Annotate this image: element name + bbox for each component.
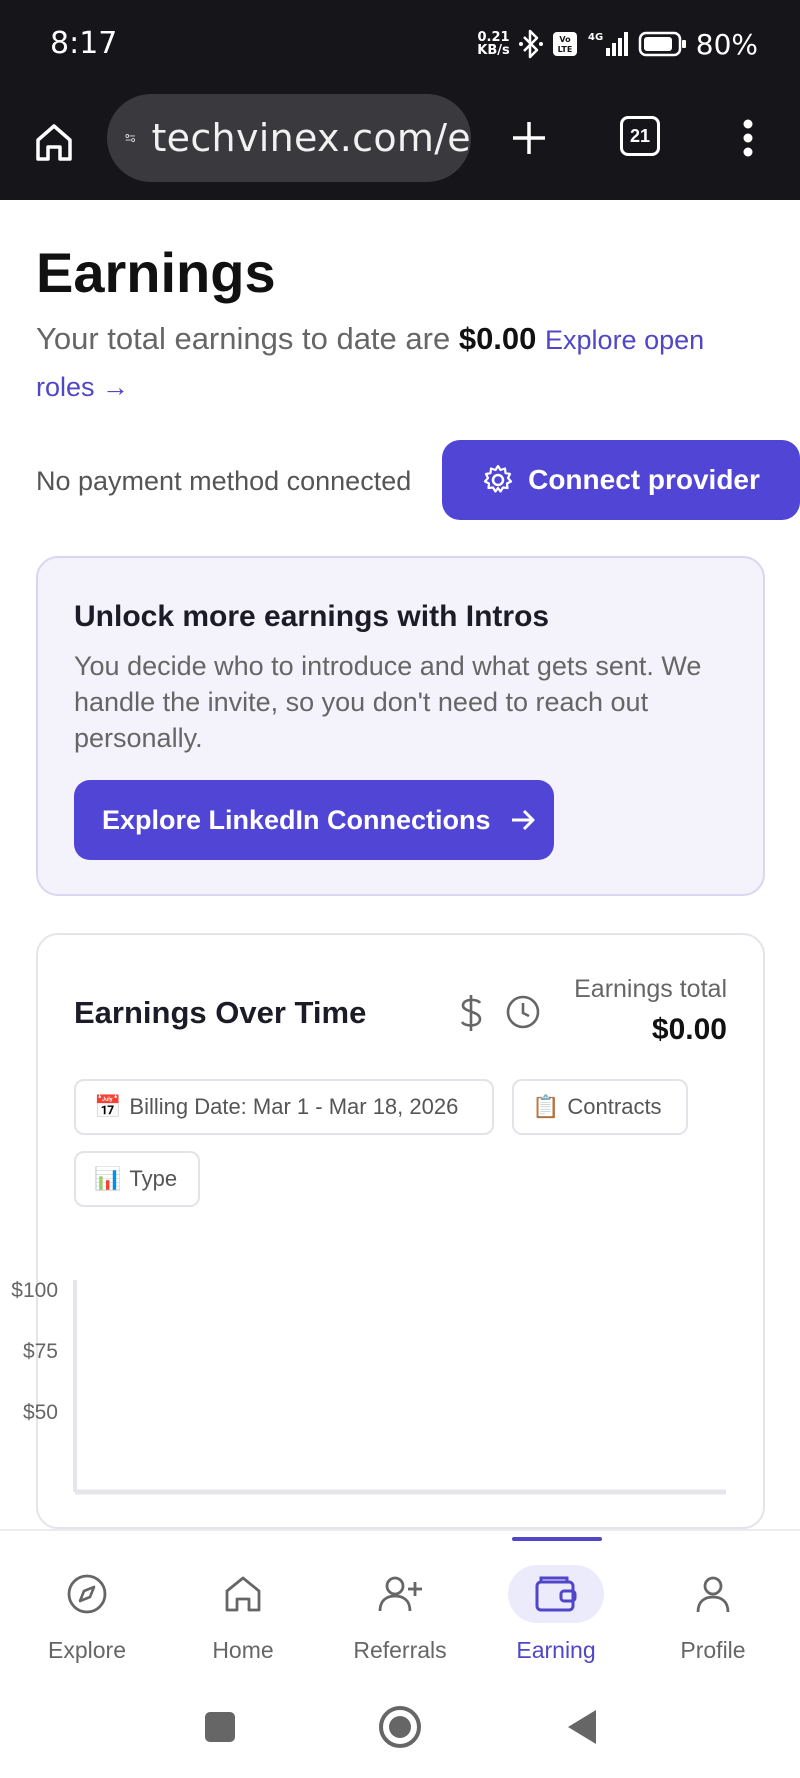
svg-text:Vo: Vo [559,35,571,44]
intros-card-title: Unlock more earnings with Intros [74,600,550,633]
billing-date-filter[interactable]: 📅 Billing Date: Mar 1 - Mar 18, 2026 [74,1079,494,1135]
tab-switcher-button[interactable]: 21 [620,116,660,156]
status-icons: 0.21 KB/s Vo LTE 4G 80% [477,26,758,62]
home-icon [36,124,72,161]
compass-icon [67,1574,107,1614]
nav-label: Referrals [353,1637,447,1663]
person-icon [696,1576,730,1613]
wallet-icon [535,1576,577,1612]
earnings-chart: $100 $75 $50 [11,1279,726,1495]
more-vert-icon [743,119,753,157]
nav-item-profile[interactable]: Profile [643,1531,783,1681]
dollar-icon[interactable] [456,993,486,1033]
browser-home-button[interactable] [30,114,78,170]
battery-percent: 80% [695,27,758,61]
circle-home-icon [379,1706,421,1748]
arrow-right-icon [511,809,535,831]
nav-label: Earning [516,1637,596,1663]
plus-icon [513,122,545,154]
nav-label: Profile [680,1637,746,1663]
earnings-total-value: $0.00 [651,1013,727,1046]
nav-item-explore[interactable]: Explore [17,1531,157,1681]
recents-button[interactable] [196,1703,244,1751]
back-button[interactable] [558,1703,606,1751]
home-system-button[interactable] [376,1703,424,1751]
y-tick-label: $50 [23,1401,58,1424]
gear-icon [483,464,513,493]
nav-item-home[interactable]: Home [173,1531,313,1681]
chart-title: Earnings Over Time [74,995,367,1030]
square-icon [205,1712,235,1742]
system-nav-bar [0,1679,800,1778]
nav-item-earning[interactable]: Earning [486,1531,626,1681]
status-time: 8:17 [50,26,118,61]
total-earnings-amount: $0.00 [458,321,537,356]
intros-card: Unlock more earnings with Intros You dec… [36,556,765,896]
add-user-icon [378,1576,422,1612]
page-title: Earnings [36,241,276,304]
svg-text:LTE: LTE [557,45,572,54]
signal-icon: 4G [588,32,628,56]
connect-provider-button[interactable]: Connect provider [442,440,800,520]
y-tick-label: $75 [23,1340,58,1363]
status-bar: 8:17 0.21 KB/s Vo LTE 4G 80% [0,0,800,88]
battery-icon [638,31,686,57]
bluetooth-icon [518,29,543,59]
payment-row: No payment method connected Connect prov… [36,440,800,522]
clipboard-icon: 📋 [532,1094,560,1119]
nav-label: Explore [48,1637,126,1663]
home-icon [225,1576,261,1612]
nav-label: Home [212,1637,274,1663]
volte-icon: Vo LTE [552,32,577,56]
bottom-nav: Explore Home Referrals Earning Profile [0,1529,800,1679]
url-text[interactable]: techvinex.com/e [151,116,471,160]
svg-text:4G: 4G [588,32,603,43]
payment-status: No payment method connected [36,466,412,496]
y-tick-label: $100 [11,1279,58,1302]
earnings-total-label: Earnings total [574,975,727,1003]
browser-toolbar: techvinex.com/e 21 [0,88,800,200]
clock-icon[interactable] [504,993,542,1031]
contracts-filter[interactable]: 📋 Contracts [512,1079,688,1135]
address-bar[interactable]: techvinex.com/e [107,94,471,182]
net-speed: 0.21 KB/s [477,30,510,58]
new-tab-button[interactable] [505,110,553,166]
earnings-summary: Your total earnings to date are $0.00 Ex… [36,321,705,402]
nav-item-referrals[interactable]: Referrals [330,1531,470,1681]
calendar-icon: 📅 [94,1094,122,1119]
type-filter[interactable]: 📊 Type [74,1151,200,1207]
intros-card-description: You decide who to introduce and what get… [74,651,702,753]
browser-menu-button[interactable] [730,112,766,164]
site-settings-icon[interactable] [125,123,135,153]
back-triangle-icon [568,1710,596,1744]
bar-chart-icon: 📊 [94,1166,122,1191]
explore-linkedin-button[interactable]: Explore LinkedIn Connections [74,780,554,860]
